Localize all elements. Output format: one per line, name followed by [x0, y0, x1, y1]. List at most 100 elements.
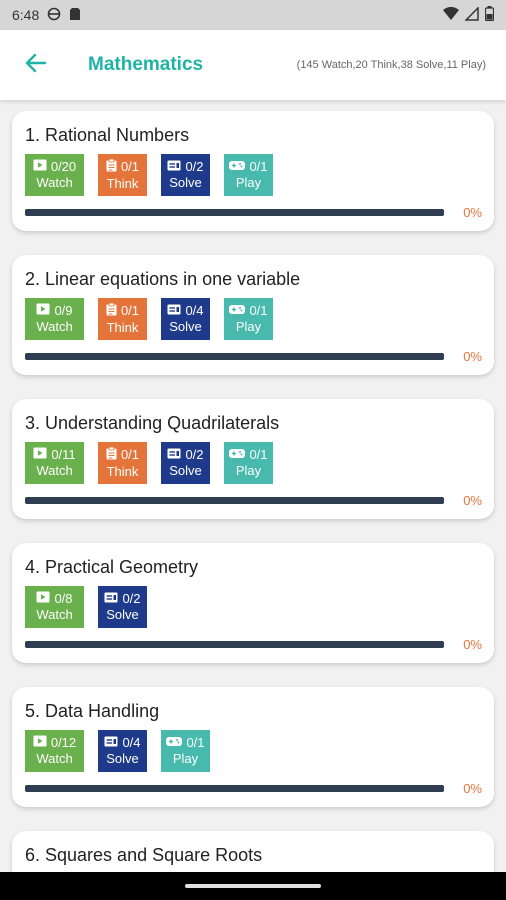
- badge-label: Solve: [106, 751, 139, 766]
- vpn-globe-icon: [47, 7, 61, 24]
- badge-label: Play: [172, 751, 199, 766]
- gamepad-icon: [166, 735, 183, 751]
- video-play-icon: [33, 735, 47, 751]
- badge-count: 0/1: [249, 159, 268, 174]
- think-badge[interactable]: 0/1 Think: [98, 154, 147, 196]
- activity-badges: 0/11 Watch 0/1 Think 0/2 Solve 0/1 Play: [25, 442, 482, 484]
- gamepad-icon: [229, 447, 246, 463]
- badge-count: 0/4: [185, 303, 204, 318]
- app-bar: Mathematics (145 Watch,20 Think,38 Solve…: [0, 30, 506, 100]
- page-title: Mathematics: [88, 54, 204, 75]
- badge-label: Watch: [36, 607, 73, 622]
- badge-label: Solve: [169, 175, 202, 190]
- badge-label: Think: [106, 175, 139, 191]
- progress-bar: [25, 208, 444, 216]
- play-badge[interactable]: 0/1 Play: [161, 730, 210, 772]
- sim-icon: [69, 7, 81, 24]
- chapter-title: 6. Squares and Square Roots: [25, 845, 263, 865]
- progress-percent: 0%: [463, 348, 482, 364]
- progress-bar: [25, 640, 444, 648]
- progress-percent: 0%: [463, 492, 482, 508]
- badge-count: 0/1: [120, 159, 140, 174]
- badge-count: 0/20: [50, 159, 77, 174]
- chapter-title: 4. Practical Geometry: [25, 557, 199, 577]
- progress-row: 0%: [25, 781, 482, 796]
- badge-label: Solve: [106, 607, 139, 622]
- solve-badge[interactable]: 0/4 Solve: [98, 730, 147, 772]
- chapter-title: 3. Understanding Quadrilaterals: [25, 413, 280, 433]
- watch-badge[interactable]: 0/12 Watch: [25, 730, 84, 772]
- chapter-card[interactable]: 4. Practical Geometry 0/8 Watch 0/2 Solve 0%: [12, 543, 494, 663]
- battery-icon: [484, 6, 495, 24]
- chapter-card[interactable]: 5. Data Handling 0/12 Watch 0/4 Solve 0/1 Play…: [12, 687, 494, 807]
- clipboard-icon: [106, 446, 117, 464]
- badge-count: 0/1: [120, 447, 140, 462]
- chapter-list: 1. Rational Numbers 0/20 Watch 0/1 Think 0/2 S…: [0, 100, 506, 872]
- watch-badge[interactable]: 0/11 Watch: [25, 442, 84, 484]
- video-play-icon: [36, 591, 50, 607]
- progress-row: 0%: [25, 492, 482, 508]
- badge-count: 0/9: [54, 303, 73, 318]
- chapter-card[interactable]: 2. Linear equations in one variable 0/9 Wa…: [12, 255, 494, 375]
- chapter-title: 2. Linear equations in one variable: [25, 269, 301, 289]
- solve-badge[interactable]: 0/4 Solve: [161, 298, 210, 340]
- badge-count: 0/8: [54, 591, 73, 606]
- arrow-left-icon: [25, 53, 47, 78]
- think-badge[interactable]: 0/1 Think: [98, 442, 147, 484]
- badge-label: Watch: [36, 175, 73, 190]
- worksheet-icon: [104, 735, 118, 751]
- solve-badge[interactable]: 0/2 Solve: [161, 442, 210, 484]
- progress-bar: [25, 496, 444, 504]
- activity-badges: 0/9 Watch 0/1 Think 0/4 Solve 0/1 Play: [25, 298, 482, 340]
- badge-count: 0/2: [185, 447, 204, 462]
- solve-badge[interactable]: 0/2 Solve: [98, 586, 147, 628]
- watch-badge[interactable]: 0/9 Watch: [25, 298, 84, 340]
- progress-percent: 0%: [463, 636, 482, 652]
- back-button[interactable]: [14, 43, 58, 87]
- activity-badges: 0/12 Watch 0/4 Solve 0/1 Play: [25, 730, 482, 772]
- badge-label: Think: [106, 319, 139, 335]
- badge-count: 0/4: [122, 735, 141, 750]
- badge-label: Solve: [169, 463, 202, 478]
- badge-count: 0/12: [50, 735, 77, 750]
- badge-count: 0/1: [249, 447, 268, 462]
- badge-count: 0/2: [185, 159, 204, 174]
- activity-badges: 0/8 Watch 0/2 Solve: [25, 586, 482, 628]
- progress-row: 0%: [25, 348, 482, 364]
- navigation-bar: [0, 872, 506, 900]
- status-time: 6:48: [12, 7, 40, 23]
- solve-badge[interactable]: 0/2 Solve: [161, 154, 210, 196]
- chapter-card[interactable]: 6. Squares and Square Roots: [12, 831, 494, 872]
- video-play-icon: [33, 447, 47, 463]
- watch-badge[interactable]: 0/20 Watch: [25, 154, 84, 196]
- wifi-icon: [443, 6, 459, 24]
- gamepad-icon: [229, 303, 246, 319]
- badge-label: Watch: [36, 463, 73, 478]
- worksheet-icon: [167, 303, 181, 319]
- play-badge[interactable]: 0/1 Play: [224, 442, 273, 484]
- status-bar: 6:48: [0, 0, 506, 30]
- signal-icon: [464, 5, 479, 24]
- progress-row: 0%: [25, 204, 482, 220]
- progress-percent: 0%: [463, 204, 482, 220]
- chapter-card[interactable]: 1. Rational Numbers 0/20 Watch 0/1 Think 0/2 S…: [12, 111, 494, 231]
- progress-bar: [25, 784, 444, 792]
- clipboard-icon: [106, 158, 117, 176]
- badge-label: Watch: [36, 751, 73, 766]
- watch-badge[interactable]: 0/8 Watch: [25, 586, 84, 628]
- chapter-title: 5. Data Handling: [25, 701, 160, 721]
- progress-summary: (145 Watch,20 Think,38 Solve,11 Play): [296, 58, 486, 71]
- badge-count: 0/11: [51, 447, 76, 462]
- home-gesture-handle[interactable]: [185, 884, 321, 888]
- badge-count: 0/2: [122, 591, 141, 606]
- badge-label: Solve: [169, 319, 202, 334]
- badge-count: 0/1: [186, 735, 205, 750]
- think-badge[interactable]: 0/1 Think: [98, 298, 147, 340]
- play-badge[interactable]: 0/1 Play: [224, 298, 273, 340]
- gamepad-icon: [229, 159, 246, 175]
- progress-row: 0%: [25, 636, 482, 652]
- clipboard-icon: [106, 302, 117, 320]
- worksheet-icon: [167, 159, 181, 175]
- chapter-card[interactable]: 3. Understanding Quadrilaterals 0/11 Watch…: [12, 399, 494, 519]
- play-badge[interactable]: 0/1 Play: [224, 154, 273, 196]
